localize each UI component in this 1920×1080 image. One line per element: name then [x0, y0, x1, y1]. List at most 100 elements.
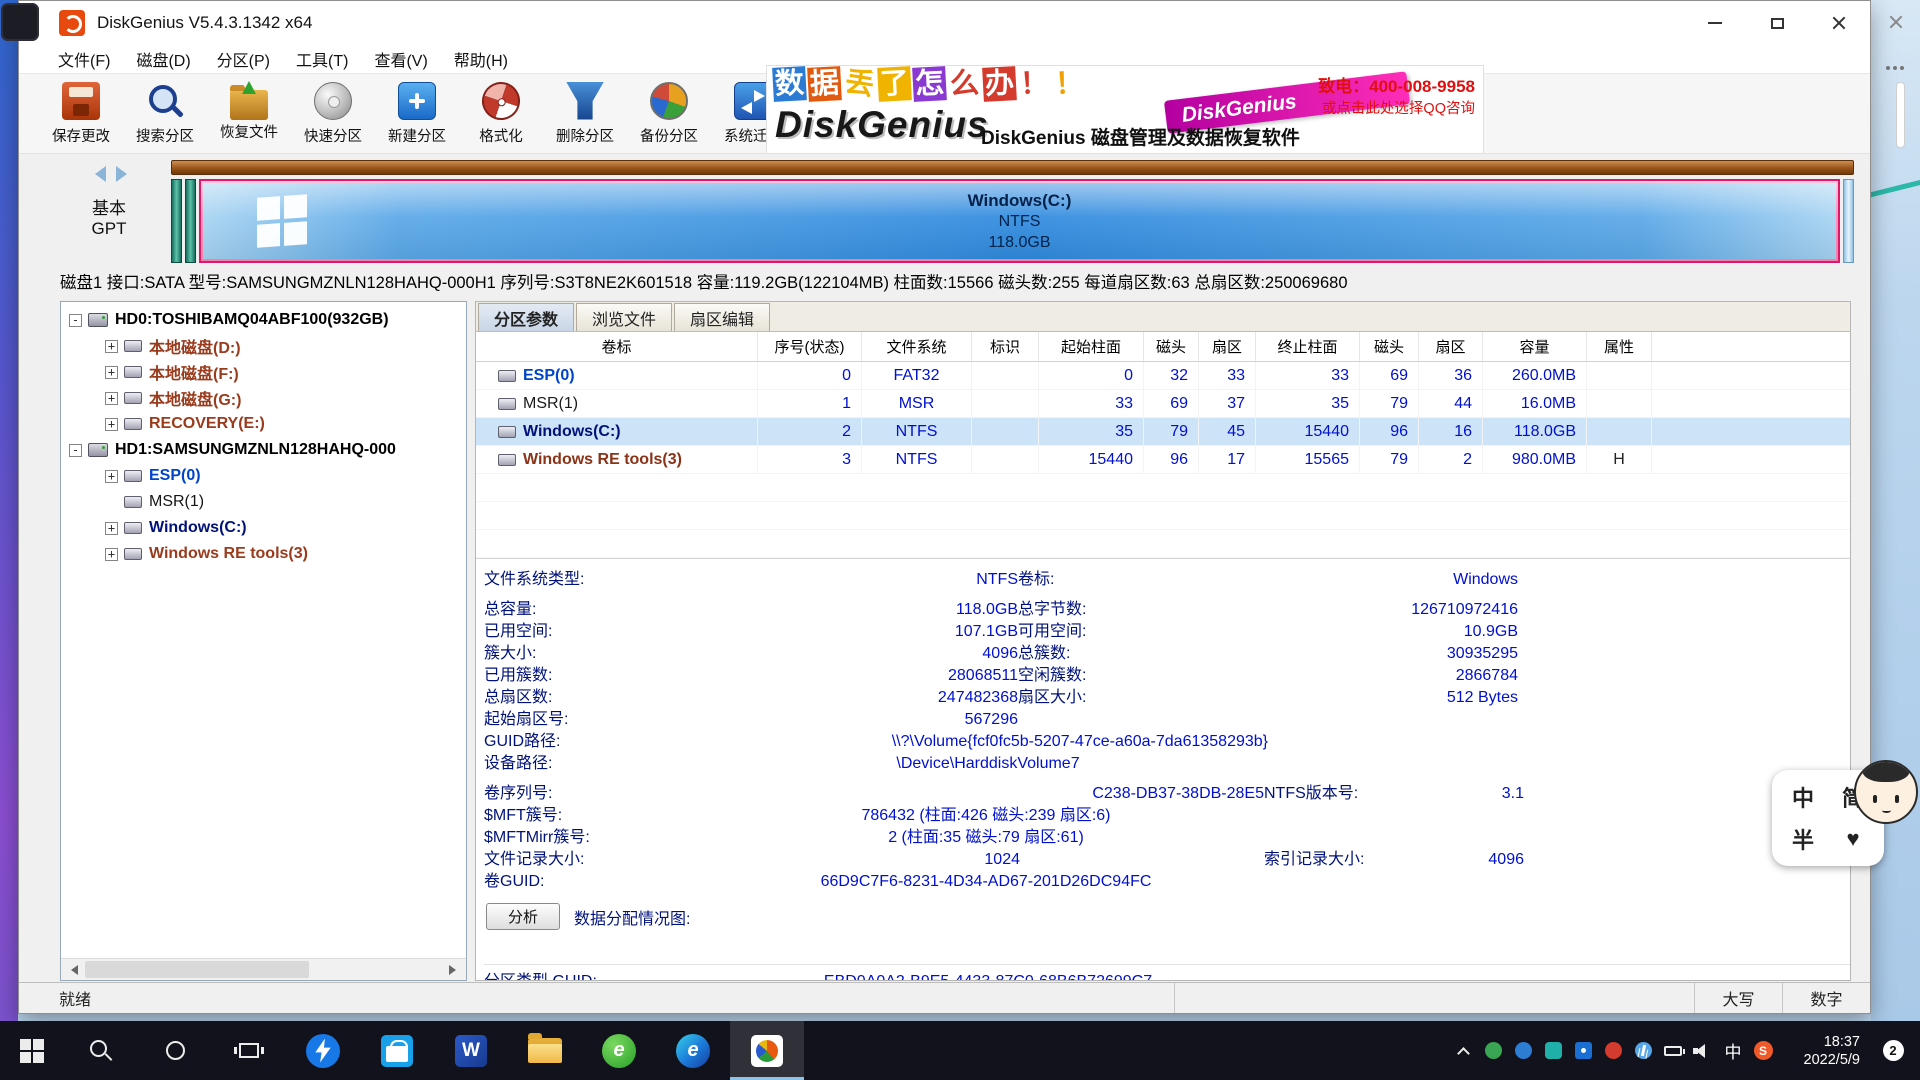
delete-partition-button[interactable]: 删除分区	[543, 77, 627, 151]
toolbar-label: 恢复文件	[220, 121, 278, 142]
tray-show-hidden-icons-button[interactable]	[1448, 1021, 1478, 1080]
partition-block-msr[interactable]	[185, 179, 196, 263]
tree-item-label: Windows RE tools(3)	[149, 545, 308, 563]
tree-item-recovery-e[interactable]: + RECOVERY(E:)	[61, 411, 466, 437]
expand-expander-icon[interactable]: +	[105, 470, 118, 483]
tree-horizontal-scrollbar[interactable]	[61, 958, 466, 980]
tray-sogou-button[interactable]: S	[1748, 1021, 1778, 1080]
new-partition-icon	[398, 82, 436, 120]
menu-disk[interactable]: 磁盘(D)	[123, 45, 203, 73]
expand-expander-icon[interactable]: +	[105, 522, 118, 535]
expand-expander-icon[interactable]: +	[105, 340, 118, 353]
tab-sector-editor[interactable]: 扇区编辑	[674, 303, 770, 331]
scrollbar-track[interactable]	[83, 959, 444, 980]
start-button[interactable]	[0, 1021, 64, 1080]
collapse-expander-icon[interactable]: -	[69, 444, 82, 457]
recover-files-button[interactable]: 恢复文件	[207, 77, 291, 151]
ime-halfwidth-toggle[interactable]: 半	[1792, 823, 1814, 855]
maximize-button[interactable]	[1746, 1, 1808, 45]
background-close-icon[interactable]	[1888, 14, 1904, 30]
tree-item-local-g[interactable]: + 本地磁盘(G:)	[61, 385, 466, 411]
tray-input-indicator[interactable]: 中	[1718, 1021, 1748, 1080]
partition-row-re-tools[interactable]: Windows RE tools(3) 3 NTFS 15440 96 17 1…	[476, 446, 1850, 474]
menu-partition[interactable]: 分区(P)	[204, 45, 283, 73]
partition-block-esp[interactable]	[171, 179, 182, 263]
taskbar-search-button[interactable]	[64, 1021, 138, 1080]
disk-strip[interactable]	[171, 160, 1854, 175]
promo-banner[interactable]: 数 据 丢 了 怎 么 办 ！ ！ DiskGenius DiskGenius …	[766, 65, 1484, 154]
minimize-button[interactable]	[1684, 1, 1746, 45]
taskbar-app-thunder[interactable]	[286, 1021, 360, 1080]
search-partition-button[interactable]: 搜索分区	[123, 77, 207, 151]
tree-item-esp[interactable]: + ESP(0)	[61, 463, 466, 489]
tree-item-local-d[interactable]: + 本地磁盘(D:)	[61, 333, 466, 359]
background-scrollbar[interactable]	[1896, 82, 1905, 148]
tree-item-msr[interactable]: MSR(1)	[61, 489, 466, 515]
action-center-button[interactable]: 2	[1870, 1021, 1916, 1080]
tab-browse-files[interactable]: 浏览文件	[576, 303, 672, 331]
scroll-left-button[interactable]	[61, 959, 83, 980]
menu-file[interactable]: 文件(F)	[45, 45, 123, 73]
menu-tools[interactable]: 工具(T)	[283, 45, 361, 73]
expand-expander-icon[interactable]: +	[105, 392, 118, 405]
background-more-icon[interactable]	[1886, 66, 1906, 70]
partition-block-re-tools[interactable]	[1843, 179, 1854, 263]
prev-disk-arrow-icon[interactable]	[95, 166, 106, 182]
expand-expander-icon[interactable]: +	[105, 366, 118, 379]
tray-icon-4[interactable]	[1568, 1021, 1598, 1080]
cortana-button[interactable]	[138, 1021, 212, 1080]
collapse-expander-icon[interactable]: -	[69, 314, 82, 327]
save-changes-button[interactable]: 保存更改	[39, 77, 123, 151]
menu-view[interactable]: 查看(V)	[361, 45, 440, 73]
scrollbar-thumb[interactable]	[85, 961, 309, 978]
tray-battery-button[interactable]	[1658, 1021, 1688, 1080]
partition-row-esp[interactable]: ESP(0) 0 FAT32 0 32 33 33 69 36 260.0MB	[476, 362, 1850, 390]
taskbar-clock[interactable]: 18:37 2022/5/9	[1778, 1033, 1870, 1069]
ime-favorite-icon[interactable]: ♥	[1846, 826, 1859, 852]
new-partition-button[interactable]: 新建分区	[375, 77, 459, 151]
detail-value: 30935295	[1268, 643, 1518, 665]
partition-block-windows-selected[interactable]: Windows(C:) NTFS 118.0GB	[199, 179, 1840, 263]
tree-item-local-f[interactable]: + 本地磁盘(F:)	[61, 359, 466, 385]
tree-item-windows-c[interactable]: + Windows(C:)	[61, 515, 466, 541]
tree-item-disk-hd1[interactable]: - HD1:SAMSUNGMZNLN128HAHQ-000	[61, 437, 466, 463]
ime-mascot-avatar[interactable]	[1854, 760, 1918, 824]
close-button[interactable]	[1808, 1, 1870, 45]
menu-help[interactable]: 帮助(H)	[441, 45, 521, 73]
next-disk-arrow-icon[interactable]	[116, 166, 127, 182]
taskbar-app-file-explorer[interactable]	[508, 1021, 582, 1080]
promo-qq-link[interactable]: 或点击此处选择QQ咨询	[1322, 97, 1475, 118]
tray-icon-5[interactable]	[1598, 1021, 1628, 1080]
scroll-right-button[interactable]	[444, 959, 466, 980]
detail-value: 107.1GB	[708, 621, 1018, 643]
tray-icon-2[interactable]	[1508, 1021, 1538, 1080]
ime-floating-widget[interactable]: 中 简 半 ♥	[1772, 760, 1920, 875]
tray-icon-6[interactable]	[1628, 1021, 1658, 1080]
quick-partition-button[interactable]: 快速分区	[291, 77, 375, 151]
partition-row-windows-selected[interactable]: Windows(C:) 2 NTFS 35 79 45 15440 96 16 …	[476, 418, 1850, 446]
taskbar-app-360-browser[interactable]: e	[582, 1021, 656, 1080]
expand-expander-icon[interactable]: +	[105, 418, 118, 431]
taskbar-app-store[interactable]	[360, 1021, 434, 1080]
tray-icon-3[interactable]	[1538, 1021, 1568, 1080]
tree-item-disk-hd0[interactable]: - HD0:TOSHIBAMQ04ABF100(932GB)	[61, 307, 466, 333]
backup-partition-button[interactable]: 备份分区	[627, 77, 711, 151]
partition-icon	[124, 366, 142, 378]
task-view-button[interactable]	[212, 1021, 286, 1080]
taskbar-app-word[interactable]: W	[434, 1021, 508, 1080]
expand-expander-icon[interactable]: +	[105, 548, 118, 561]
partition-row-msr[interactable]: MSR(1) 1 MSR 33 69 37 35 79 44 16.0MB	[476, 390, 1850, 418]
tray-icon-1[interactable]	[1478, 1021, 1508, 1080]
format-button[interactable]: 格式化	[459, 77, 543, 151]
ime-lang-toggle[interactable]: 中	[1792, 781, 1814, 813]
cell: 35	[1256, 390, 1360, 417]
taskbar-app-edge[interactable]: e	[656, 1021, 730, 1080]
tab-partition-parameters[interactable]: 分区参数	[478, 303, 574, 331]
tree-item-windows-re-tools[interactable]: + Windows RE tools(3)	[61, 541, 466, 567]
taskbar-app-diskgenius-active[interactable]	[730, 1021, 804, 1080]
tray-volume-button[interactable]	[1688, 1021, 1718, 1080]
disk-icon	[88, 313, 108, 327]
analyze-button[interactable]: 分析	[486, 903, 560, 930]
titlebar: DiskGenius V5.4.3.1342 x64	[19, 1, 1870, 45]
toolbar-label: 新建分区	[388, 125, 446, 146]
